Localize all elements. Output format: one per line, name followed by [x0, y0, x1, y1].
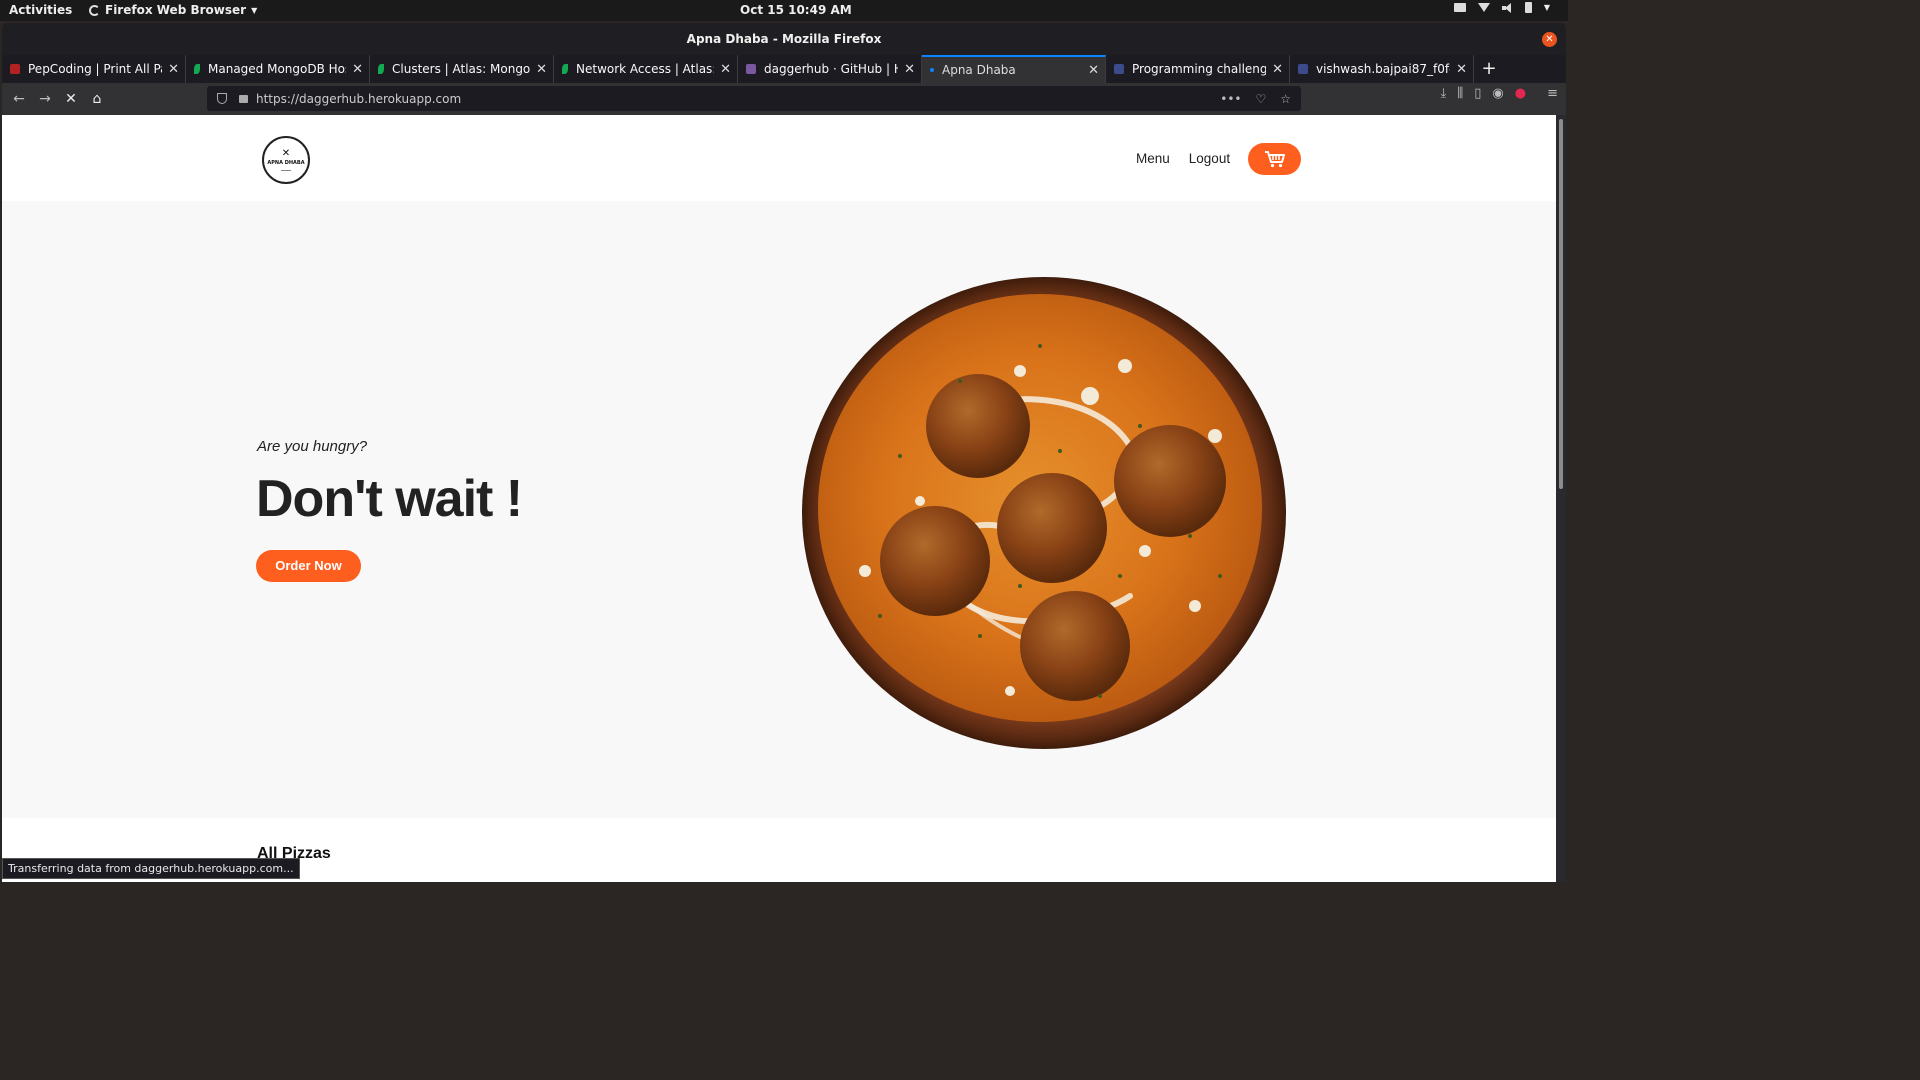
nav-menu-link[interactable]: Menu: [1136, 151, 1170, 166]
close-tab-icon[interactable]: ✕: [536, 62, 547, 77]
loading-dot-icon: [930, 68, 934, 72]
tab-heroku[interactable]: daggerhub · GitHub | Herok ✕: [738, 55, 922, 83]
firefox-icon: [89, 4, 100, 16]
page-scrollbar[interactable]: [1556, 115, 1566, 882]
chevron-down-icon[interactable]: ▼: [1544, 3, 1550, 12]
site-logo[interactable]: ✕ APNA DHABA: [262, 136, 310, 184]
tab-title: Clusters | Atlas: MongoDB A: [392, 62, 531, 76]
account-icon[interactable]: ◉: [1492, 86, 1503, 101]
workspace-icon[interactable]: [1453, 3, 1466, 12]
order-now-button[interactable]: Order Now: [256, 550, 361, 582]
battery-icon: [1524, 2, 1532, 13]
sidebar-icon[interactable]: ▯: [1474, 86, 1481, 101]
chevron-down-icon: ▼: [251, 5, 258, 15]
site-header: ✕ APNA DHABA Menu Logout: [2, 115, 1556, 201]
tab-title: PepCoding | Print All Paths: [28, 62, 162, 76]
close-tab-icon[interactable]: ✕: [1088, 63, 1099, 78]
tab-title: daggerhub · GitHub | Herok: [764, 62, 898, 76]
logo-text: APNA DHABA: [267, 160, 305, 166]
home-button[interactable]: ⌂: [84, 86, 110, 112]
tab-pepcoding[interactable]: PepCoding | Print All Paths ✕: [2, 55, 186, 83]
close-window-button[interactable]: ✕: [1542, 32, 1557, 47]
window-title: Apna Dhaba - Mozilla Firefox: [686, 32, 882, 46]
bookmark-star-icon[interactable]: ☆: [1280, 92, 1291, 106]
tab-title: Apna Dhaba: [942, 63, 1016, 77]
close-tab-icon[interactable]: ✕: [720, 62, 731, 77]
cart-icon: [1264, 151, 1285, 168]
tab-title: Programming challenges, c: [1132, 62, 1267, 76]
stop-button[interactable]: ✕: [58, 86, 84, 112]
tab-atlas-network-access[interactable]: Network Access | Atlas: Mon ✕: [554, 55, 738, 83]
tab-atlas-clusters[interactable]: Clusters | Atlas: MongoDB A ✕: [370, 55, 554, 83]
new-tab-button[interactable]: +: [1474, 55, 1504, 83]
page-actions-icon[interactable]: •••: [1220, 92, 1241, 106]
curry-bowl-image: [802, 277, 1286, 749]
close-tab-icon[interactable]: ✕: [168, 62, 179, 77]
close-tab-icon[interactable]: ✕: [1272, 62, 1283, 77]
close-tab-icon[interactable]: ✕: [904, 62, 915, 77]
back-button[interactable]: ←: [6, 86, 32, 112]
url-bar[interactable]: https://daggerhub.herokuapp.com ••• ♡ ☆: [207, 86, 1301, 111]
app-name: Firefox Web Browser: [105, 3, 247, 17]
pepcoding-icon: [10, 64, 20, 74]
tab-programming-challenges[interactable]: Programming challenges, c ✕: [1106, 55, 1290, 83]
lock-icon[interactable]: [239, 94, 248, 103]
downloads-icon[interactable]: ⤓: [1441, 86, 1447, 101]
tab-vishwash[interactable]: vishwash.bajpai87_f0fd - Co ✕: [1290, 55, 1474, 83]
hamburger-menu-icon[interactable]: ≡: [1547, 86, 1558, 101]
system-top-bar: Activities Firefox Web Browser ▼ Oct 15 …: [0, 0, 1568, 21]
navigation-toolbar: ← → ✕ ⌂ https://daggerhub.herokuapp.com …: [2, 83, 1566, 115]
close-tab-icon[interactable]: ✕: [1456, 62, 1467, 77]
forward-button[interactable]: →: [32, 86, 58, 112]
hero-section: Are you hungry? Don't wait ! Order Now: [2, 201, 1556, 818]
window-titlebar: Apna Dhaba - Mozilla Firefox ✕: [2, 23, 1566, 55]
hero-subtitle: Are you hungry?: [257, 438, 368, 455]
web-page: ✕ APNA DHABA Menu Logout Are you hungry?…: [2, 115, 1556, 882]
extension-icon[interactable]: ●: [1515, 86, 1526, 101]
status-bar: Transferring data from daggerhub.herokua…: [2, 858, 300, 879]
volume-icon: [1501, 2, 1513, 13]
nav-logout-link[interactable]: Logout: [1189, 151, 1230, 166]
url-text[interactable]: https://daggerhub.herokuapp.com: [256, 92, 1220, 106]
tab-title: Network Access | Atlas: Mon: [576, 62, 715, 76]
tab-strip: PepCoding | Print All Paths ✕ Managed Mo…: [2, 55, 1566, 83]
site-icon: [1114, 64, 1124, 74]
logo-divider: [281, 170, 291, 171]
mongodb-leaf-icon: [378, 64, 384, 74]
heroku-icon: [746, 64, 756, 74]
clock[interactable]: Oct 15 10:49 AM: [740, 3, 852, 17]
activities-button[interactable]: Activities: [9, 3, 72, 17]
app-menu[interactable]: Firefox Web Browser ▼: [89, 3, 257, 17]
tab-title: Managed MongoDB Hosting: [208, 62, 346, 76]
cart-button[interactable]: [1248, 143, 1301, 175]
tracking-protection-icon[interactable]: [217, 93, 227, 104]
system-tray[interactable]: ▼: [1453, 2, 1550, 13]
site-icon: [1298, 64, 1308, 74]
tab-title: vishwash.bajpai87_f0fd - Co: [1316, 62, 1451, 76]
site-nav: Menu Logout: [1136, 151, 1230, 166]
mongodb-leaf-icon: [562, 64, 568, 74]
tab-mongodb-hosting[interactable]: Managed MongoDB Hosting ✕: [186, 55, 370, 83]
browser-window: Apna Dhaba - Mozilla Firefox ✕ PepCoding…: [2, 23, 1566, 882]
wifi-icon: [1477, 3, 1490, 12]
close-tab-icon[interactable]: ✕: [352, 62, 363, 77]
hero-headline: Don't wait !: [256, 470, 523, 528]
library-icon[interactable]: ⫼: [1457, 86, 1463, 101]
tab-apna-dhaba[interactable]: Apna Dhaba ✕: [922, 55, 1106, 83]
scrollbar-thumb[interactable]: [1559, 119, 1563, 489]
mongodb-leaf-icon: [194, 64, 200, 74]
pocket-icon[interactable]: ♡: [1255, 92, 1266, 106]
cutlery-icon: ✕: [281, 148, 291, 159]
